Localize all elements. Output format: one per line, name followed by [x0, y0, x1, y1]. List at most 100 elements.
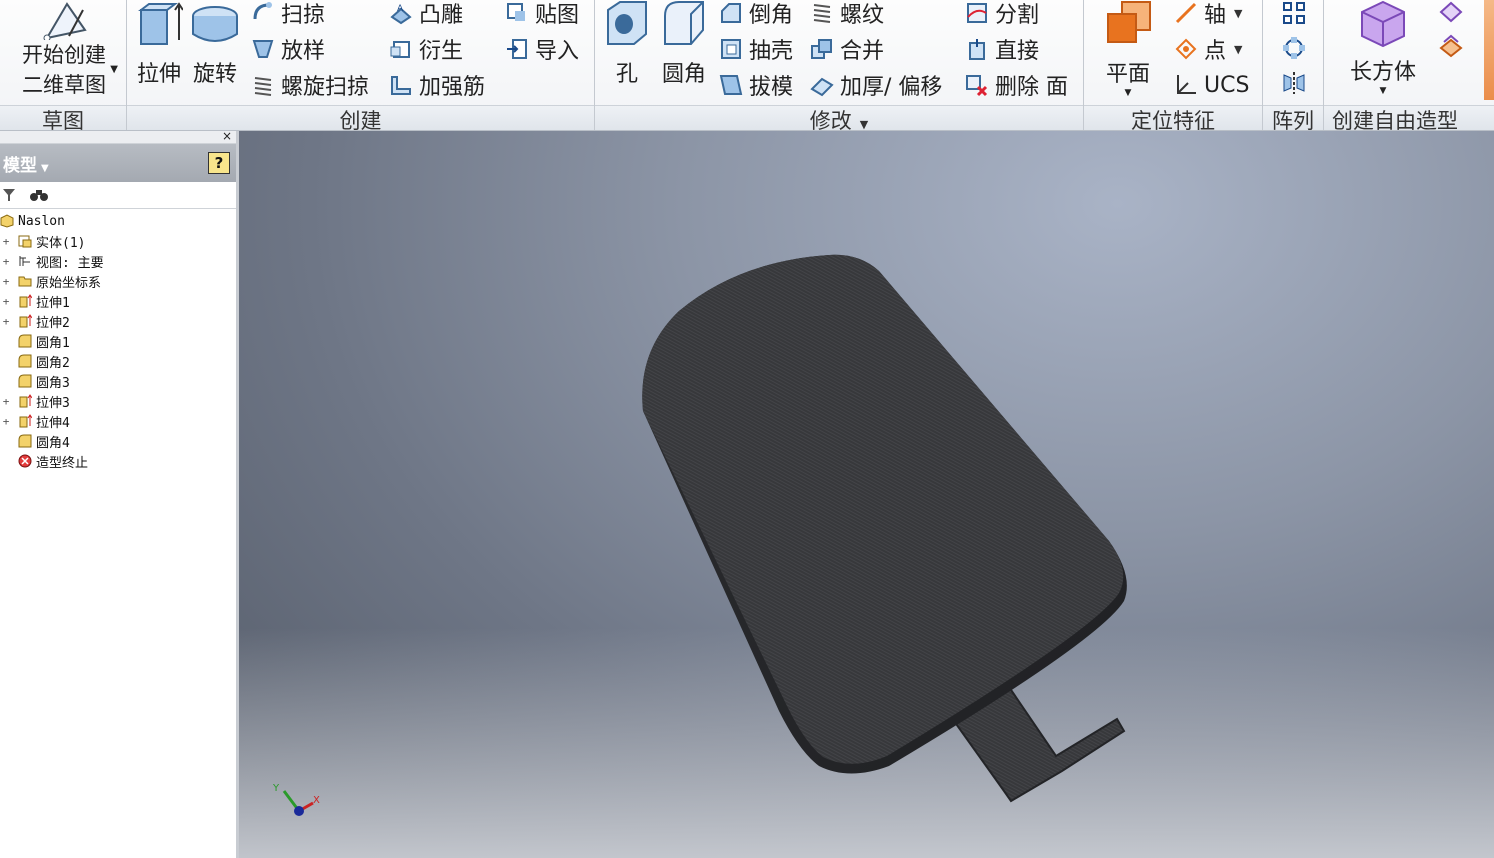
revolve-label: 旋转	[192, 62, 237, 87]
hole-button[interactable]: 孔	[603, 0, 651, 88]
fillet-button[interactable]: 圆角	[657, 0, 711, 88]
derive-button[interactable]: 衍生	[389, 33, 463, 65]
chamfer-button[interactable]: 倒角	[719, 0, 793, 29]
axis-icon	[1175, 2, 1197, 24]
import-button[interactable]: 导入	[505, 33, 579, 65]
freeform-box-icon	[1361, 0, 1405, 48]
chevron-down-icon: ▼	[1124, 88, 1132, 98]
modify-panel-title[interactable]: 修改 ▼	[595, 105, 1083, 130]
tree-node[interactable]: + 拉伸2	[0, 311, 236, 331]
expand-icon[interactable]: +	[0, 255, 12, 268]
axis-label: 轴	[1204, 3, 1227, 28]
decal-button[interactable]: 贴图	[505, 0, 579, 29]
thicken-label: 加厚/ 偏移	[840, 75, 943, 100]
close-icon[interactable]: ×	[222, 129, 232, 143]
derive-icon	[390, 41, 410, 58]
sweep-label: 扫掠	[281, 3, 326, 28]
ribbon: 开始创建 二维草图 ▼ 草图 拉伸 旋转 扫掠 放样 螺旋扫掠 A 凸雕 衍生 …	[0, 0, 1494, 131]
draft-button[interactable]: 拔模	[719, 69, 793, 101]
backrest-part[interactable]	[642, 254, 1127, 774]
create-panel: 拉伸 旋转 扫掠 放样 螺旋扫掠 A 凸雕 衍生 加强筋 贴图 导入 创建	[127, 0, 594, 130]
part-icon	[0, 214, 14, 228]
hole-icon	[607, 1, 647, 45]
tree-node[interactable]: 造型终止	[0, 451, 236, 471]
thread-button[interactable]: 螺纹	[810, 0, 884, 29]
expand-icon[interactable]: +	[0, 275, 12, 288]
draft-icon	[719, 75, 743, 95]
pattern-panel-title: 阵列	[1263, 105, 1323, 130]
ucs-label: UCS	[1204, 72, 1250, 98]
tree-node[interactable]: 圆角2	[0, 351, 236, 371]
browser-toolbar	[0, 182, 236, 209]
rib-button[interactable]: 加强筋	[389, 69, 485, 101]
delete-face-button[interactable]: 删除 面	[965, 69, 1068, 101]
pattern-panel: 阵列	[1263, 0, 1323, 130]
combine-icon	[811, 39, 832, 59]
expand-icon[interactable]: +	[0, 415, 12, 428]
start-2d-sketch-button[interactable]: 开始创建 二维草图 ▼	[8, 0, 120, 100]
tree-node[interactable]: + 拉伸1	[0, 291, 236, 311]
tree-node-label: 圆角3	[36, 375, 70, 391]
tree-node[interactable]: + 视图: 主要	[0, 251, 236, 271]
delete-face-icon	[966, 75, 988, 97]
tree-node[interactable]: + 实体(1)	[0, 231, 236, 251]
extrude-feature-icon	[18, 414, 33, 428]
browser-title-dropdown[interactable]: 模型 ▼	[3, 151, 49, 176]
split-icon	[967, 3, 987, 23]
tree-node-label: Naslon	[18, 213, 65, 229]
tree-node[interactable]: 圆角3	[0, 371, 236, 391]
circular-pattern-icon[interactable]	[1281, 35, 1307, 61]
split-button[interactable]: 分割	[965, 0, 1039, 29]
split-label: 分割	[995, 3, 1040, 28]
shell-button[interactable]: 抽壳	[719, 33, 793, 65]
freeform-box-button[interactable]: 长方体 ▼	[1340, 0, 1426, 96]
plane-button[interactable]: 平面 ▼	[1098, 0, 1158, 98]
direct-edit-icon	[969, 39, 985, 60]
coil-button[interactable]: 螺旋扫掠	[251, 69, 369, 101]
expand-icon[interactable]: +	[0, 295, 12, 308]
tree-node[interactable]: 圆角4	[0, 431, 236, 451]
tree-node-label: 拉伸3	[36, 395, 70, 411]
shell-label: 抽壳	[749, 39, 794, 64]
point-button[interactable]: 点 ▼	[1174, 33, 1242, 65]
tree-node-label: 圆角4	[36, 435, 70, 451]
sweep-button[interactable]: 扫掠	[251, 0, 325, 29]
browser-grip[interactable]: ×	[0, 129, 236, 144]
rectangular-pattern-icon[interactable]	[1281, 0, 1307, 26]
filter-icon[interactable]	[2, 188, 16, 202]
end-of-part-icon	[18, 454, 32, 468]
expand-icon[interactable]: +	[0, 315, 12, 328]
start-2d-sketch-label: 开始创建 二维草图	[22, 43, 106, 97]
emboss-button[interactable]: A 凸雕	[389, 0, 463, 29]
graphics-viewport[interactable]: Y X	[239, 131, 1494, 858]
combine-button[interactable]: 合并	[810, 33, 884, 65]
tree-node-label: 圆角1	[36, 335, 70, 351]
freeform-box-label: 长方体	[1349, 60, 1416, 85]
sketch-panel: 开始创建 二维草图 ▼ 草图	[0, 0, 126, 130]
tree-node[interactable]: + 拉伸4	[0, 411, 236, 431]
axis-triad: Y X	[272, 783, 320, 816]
freeform-face-icon[interactable]	[1438, 0, 1464, 24]
tree-node[interactable]: + 拉伸3	[0, 391, 236, 411]
ucs-button[interactable]: UCS	[1174, 69, 1249, 101]
loft-button[interactable]: 放样	[251, 33, 325, 65]
expand-icon[interactable]: +	[0, 395, 12, 408]
extrude-button[interactable]: 拉伸	[133, 0, 185, 88]
modify-panel: 孔 圆角 倒角 抽壳 拔模 螺纹 合并 加厚/ 偏移 分割 直接 删除 面 修改…	[595, 0, 1083, 130]
freeform-convert-icon[interactable]	[1438, 34, 1464, 58]
fillet-feature-icon	[18, 374, 32, 388]
mirror-icon[interactable]	[1281, 70, 1307, 96]
expand-icon[interactable]: +	[0, 235, 12, 248]
tree-node[interactable]: 圆角1	[0, 331, 236, 351]
axis-button[interactable]: 轴 ▼	[1174, 0, 1242, 29]
thicken-offset-button[interactable]: 加厚/ 偏移	[810, 69, 942, 101]
help-icon[interactable]: ?	[208, 152, 230, 174]
revolve-button[interactable]: 旋转	[189, 0, 241, 88]
tree-node[interactable]: Naslon	[0, 211, 236, 231]
direct-edit-button[interactable]: 直接	[965, 33, 1039, 65]
find-binoculars-icon[interactable]	[30, 188, 48, 202]
freeform-panel: 长方体 ▼ 创建自由造型	[1324, 0, 1494, 130]
tree-node[interactable]: + 原始坐标系	[0, 271, 236, 291]
extrude-label: 拉伸	[136, 62, 181, 87]
direct-edit-label: 直接	[995, 39, 1040, 64]
